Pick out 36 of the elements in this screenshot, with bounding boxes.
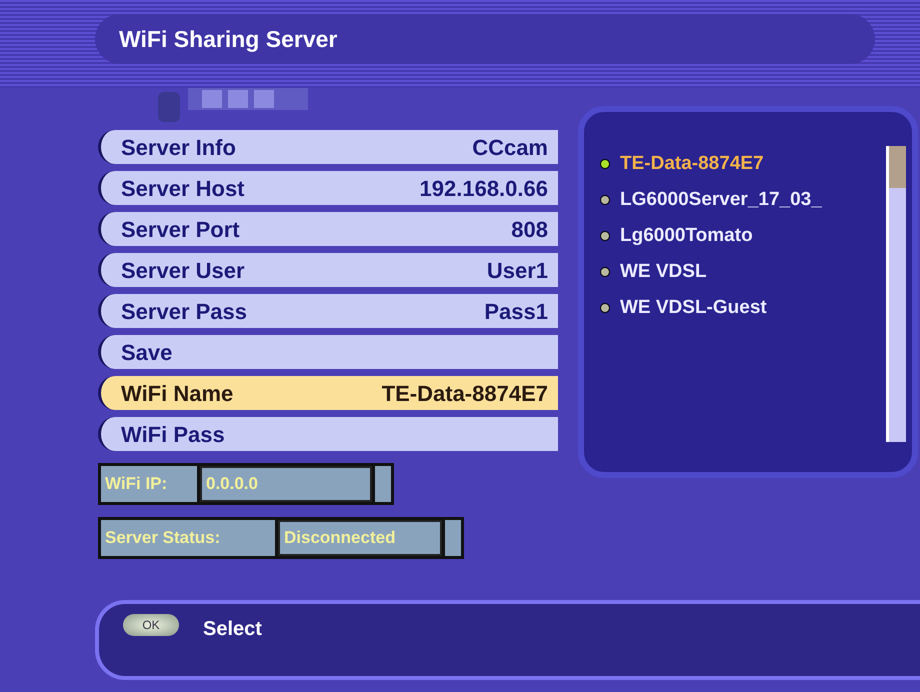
field-end-cap — [445, 520, 461, 556]
screen-title: WiFi Sharing Server — [119, 24, 338, 54]
menu-item[interactable]: Server Pass Pass1 — [98, 294, 558, 328]
menu-value: Pass1 — [484, 298, 548, 326]
menu-label: Server Host — [121, 174, 245, 202]
menu-value: TE-Data-8874E7 — [382, 380, 548, 408]
menu-label: WiFi Pass — [121, 420, 225, 448]
menu-item[interactable]: Server Info CCcam — [98, 130, 558, 164]
menu-label: WiFi Name — [121, 380, 234, 408]
status-label: WiFi IP: — [101, 466, 197, 502]
menu-label: Server Pass — [121, 298, 247, 326]
menu-label: Save — [121, 338, 172, 366]
menu-item[interactable]: Server Host 192.168.0.66 — [98, 171, 558, 205]
menu-item[interactable]: Server User User1 — [98, 253, 558, 287]
menu-label: Server Info — [121, 134, 236, 162]
menu-item[interactable]: WiFi Name TE-Data-8874E7 — [98, 376, 558, 410]
ok-key-icon: OK — [123, 614, 179, 636]
network-item[interactable]: WE VDSL — [600, 254, 886, 290]
network-item[interactable]: TE-Data-8874E7 — [600, 146, 886, 182]
menu-value: 192.168.0.66 — [420, 174, 548, 202]
field-end-cap — [375, 466, 391, 502]
status-label: Server Status: — [101, 520, 275, 556]
menu-value: CCcam — [472, 134, 548, 162]
menu-label: Server User — [121, 256, 245, 284]
menu-value: User1 — [486, 256, 548, 284]
menu-label: Server Port — [121, 216, 240, 244]
menu-item[interactable]: Server Port 808 — [98, 212, 558, 246]
network-item[interactable]: LG6000Server_17_03_ — [600, 182, 886, 218]
status-value: Disconnected — [278, 520, 442, 556]
network-item[interactable]: WE VDSL-Guest — [600, 290, 886, 326]
help-label: Select — [203, 617, 262, 642]
menu-item[interactable]: Save — [98, 335, 558, 369]
status-value: 0.0.0.0 — [200, 466, 372, 502]
network-item[interactable]: Lg6000Tomato — [600, 218, 886, 254]
menu-value: 808 — [511, 216, 548, 244]
menu-item[interactable]: WiFi Pass — [98, 417, 558, 451]
